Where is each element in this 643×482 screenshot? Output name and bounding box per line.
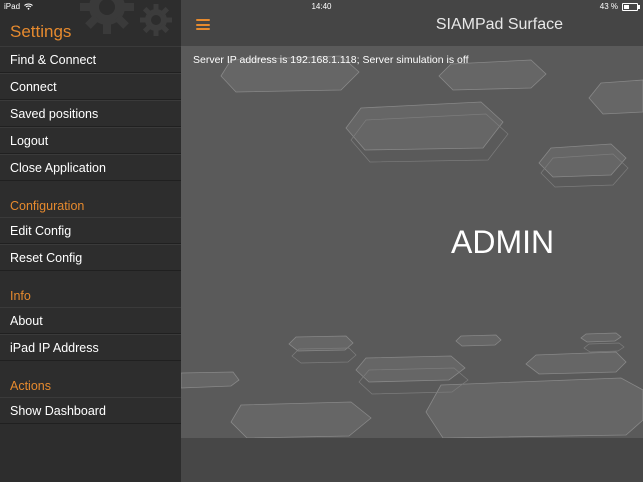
section-header-configuration: Configuration xyxy=(10,199,85,213)
app-title: SIAMPad Surface xyxy=(435,16,563,33)
battery-percent: 43 % xyxy=(599,2,618,11)
server-status-text: Server IP address is 192.168.1.118; Serv… xyxy=(193,54,469,66)
sidebar-item-ipad-ip-address[interactable]: iPad IP Address xyxy=(0,334,181,361)
role-label: ADMIN xyxy=(451,224,555,260)
battery-icon xyxy=(622,2,640,11)
sidebar-menu: Find & Connect Connect Saved positions L… xyxy=(0,46,181,424)
sidebar-item-connect[interactable]: Connect xyxy=(0,73,181,100)
sidebar-item-find-connect[interactable]: Find & Connect xyxy=(0,46,181,73)
main-panel: SIAMPad Surface Server IP address is 192… xyxy=(181,0,643,482)
sidebar-item-about[interactable]: About xyxy=(0,307,181,334)
status-bar: iPad 14:40 43 % xyxy=(0,0,643,14)
sidebar-item-close-application[interactable]: Close Application xyxy=(0,154,181,181)
menu-icon[interactable] xyxy=(196,19,210,30)
sidebar: Settings Find & Connect Connect Saved po… xyxy=(0,0,181,482)
clock: 14:40 xyxy=(311,2,332,11)
bottom-bar xyxy=(181,438,643,482)
sidebar-item-show-dashboard[interactable]: Show Dashboard xyxy=(0,397,181,424)
sidebar-item-reset-config[interactable]: Reset Config xyxy=(0,244,181,271)
sidebar-item-logout[interactable]: Logout xyxy=(0,127,181,154)
hexagon-background xyxy=(181,55,643,439)
sidebar-item-edit-config[interactable]: Edit Config xyxy=(0,217,181,244)
sidebar-item-saved-positions[interactable]: Saved positions xyxy=(0,100,181,127)
section-header-actions: Actions xyxy=(10,379,51,393)
section-header-info: Info xyxy=(10,289,31,303)
sidebar-title: Settings xyxy=(10,22,72,41)
